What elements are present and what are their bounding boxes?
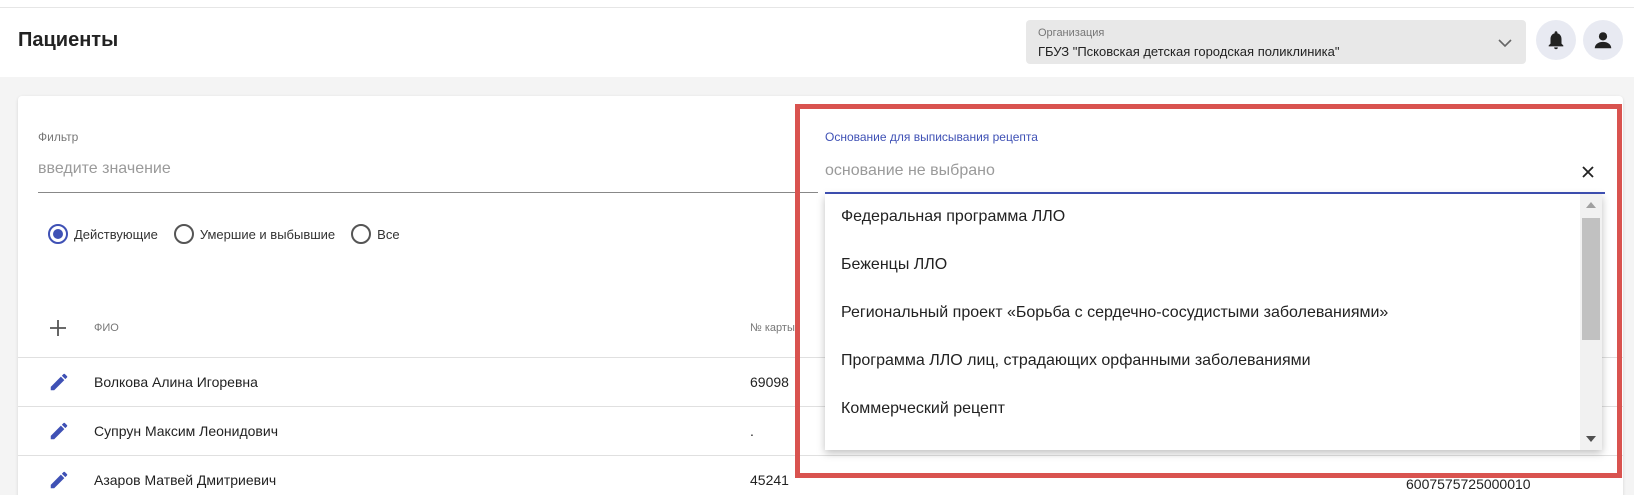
app-header: Пациенты Организация ГБУЗ "Псковская дет… (0, 8, 1634, 77)
top-strip (0, 0, 1634, 8)
radio-active[interactable]: Действующие (48, 224, 158, 244)
edit-icon[interactable] (48, 420, 70, 442)
filter-label: Фильтр (38, 130, 79, 144)
column-fio[interactable]: ФИО (94, 322, 119, 334)
bell-icon (1548, 31, 1564, 50)
radio-unchecked-icon (173, 224, 194, 244)
radio-active-label: Действующие (74, 226, 158, 242)
dropdown-option[interactable]: Коммерческий рецепт (841, 400, 1005, 418)
patient-extra-number: 6007575725000010 (1406, 476, 1531, 492)
status-radio-group: Действующие Умершие и выбывшие Все (48, 224, 416, 244)
radio-deceased-label: Умершие и выбывшие (199, 226, 336, 242)
edit-icon[interactable] (48, 371, 70, 393)
scroll-up-icon[interactable] (1586, 202, 1596, 208)
prescription-basis-dropdown: Федеральная программа ЛЛО Беженцы ЛЛО Ре… (825, 194, 1602, 450)
dropdown-option[interactable]: Программа ЛЛО лиц, страдающих орфанными … (841, 352, 1311, 370)
patient-name[interactable]: Супрун Максим Леонидович (94, 423, 278, 439)
profile-button[interactable] (1583, 20, 1623, 60)
scroll-down-icon[interactable] (1586, 436, 1596, 442)
page-title: Пациенты (18, 29, 119, 51)
patient-name[interactable]: Азаров Матвей Дмитриевич (94, 472, 276, 488)
scrollbar-thumb[interactable] (1582, 218, 1600, 340)
radio-unchecked-icon (351, 224, 372, 244)
organization-select[interactable]: Организация ГБУЗ "Псковская детская горо… (1026, 20, 1526, 64)
filter-input[interactable]: введите значение (38, 160, 171, 178)
prescription-basis-label: Основание для выписывания рецепта (825, 130, 1038, 144)
dropdown-option[interactable]: Федеральная программа ЛЛО (841, 208, 1065, 226)
radio-checked-icon (48, 224, 68, 244)
chevron-down-icon (1498, 39, 1512, 48)
filter-underline (38, 192, 818, 193)
column-card-number[interactable]: № карты (750, 322, 795, 334)
radio-all-label: Все (377, 226, 400, 242)
radio-all[interactable]: Все (351, 224, 400, 244)
organization-value: ГБУЗ "Псковская детская городская поликл… (1038, 44, 1340, 59)
radio-deceased[interactable]: Умершие и выбывшие (173, 224, 336, 244)
prescription-basis-input[interactable]: основание не выбрано (825, 162, 995, 180)
patient-card-number: 69098 (750, 374, 789, 390)
close-icon[interactable] (1580, 164, 1596, 180)
user-icon (1594, 32, 1612, 49)
patient-name[interactable]: Волкова Алина Игоревна (94, 374, 258, 390)
notifications-button[interactable] (1536, 20, 1576, 60)
organization-label: Организация (1038, 27, 1105, 39)
patient-card-number: . (750, 423, 754, 439)
row-divider (18, 455, 1623, 456)
dropdown-option[interactable]: Беженцы ЛЛО (841, 256, 947, 274)
dropdown-scrollbar[interactable] (1580, 194, 1602, 450)
patient-card-number: 45241 (750, 472, 789, 488)
edit-icon[interactable] (48, 469, 70, 491)
dropdown-option[interactable]: Региональный проект «Борьба с сердечно-с… (841, 304, 1388, 322)
add-patient-icon[interactable] (48, 318, 68, 338)
